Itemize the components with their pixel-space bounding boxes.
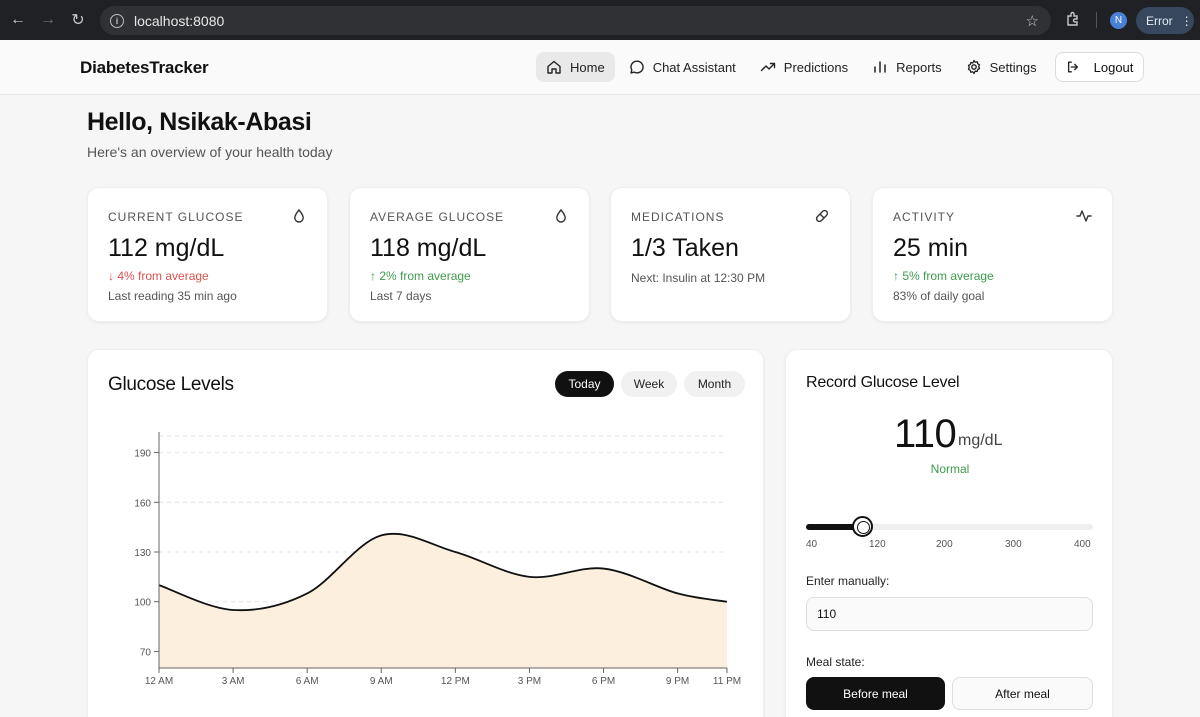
brand-logo[interactable]: DiabetesTracker [80,58,209,78]
error-label: Error [1146,13,1173,28]
extensions-icon[interactable] [1065,11,1081,32]
stat-label: CURRENT GLUCOSE [108,210,244,224]
glucose-chart: 70 100 130 160 190 12 AM 3 AM 6 AM 9 AM 12 PM 3 PM… [134,432,741,687]
bookmark-star-icon[interactable]: ☆ [1026,12,1039,30]
nav-settings[interactable]: Settings [956,52,1047,82]
stat-note: 83% of daily goal [893,289,985,303]
home-icon [547,60,561,74]
nav-predictions[interactable]: Predictions [750,52,858,82]
after-meal-button[interactable]: After meal [952,677,1093,710]
nav-chat-assistant[interactable]: Chat Assistant [619,52,746,82]
gear-icon [967,59,980,75]
before-meal-button[interactable]: Before meal [806,677,945,710]
nav-chat-label: Chat Assistant [652,59,736,75]
glucose-reading-unit: mg/dL [958,432,1003,449]
error-button[interactable]: Error ⋮ [1136,7,1194,34]
glucose-reading-value: 110 [894,412,957,456]
slider-tick: 40 [806,539,818,550]
stat-note: Next: Insulin at 12:30 PM [631,271,766,285]
glucose-area [159,533,727,668]
stat-value: 112 mg/dL [108,234,225,262]
y-tick-label: 70 [140,647,152,658]
browser-toolbar: ← → ↻ i localhost:8080 ☆ N Error ⋮ [0,0,1200,40]
slider-tick: 200 [936,539,953,550]
address-bar[interactable]: i localhost:8080 ☆ [100,6,1051,35]
record-title: Record Glucose Level [806,374,960,391]
logout-icon [1067,61,1078,73]
slider-tick: 400 [1074,539,1091,550]
stat-delta: ↑ 2% from average [370,269,471,283]
stat-card-activity: ACTIVITY 25 min ↑ 5% from average 83% of… [872,187,1113,322]
stat-note: Last reading 35 min ago [108,289,237,303]
slider-tick: 120 [869,539,886,550]
nav-reports-label: Reports [896,59,942,75]
stat-card-medications: MEDICATIONS 1/3 Taken Next: Insulin at 1… [610,187,851,322]
stat-value: 1/3 Taken [631,234,739,262]
manual-entry-label: Enter manually: [806,574,890,588]
record-glucose-card: Record Glucose Level 110 mg/dL Normal 40… [785,349,1113,717]
nav-reports[interactable]: Reports [862,52,952,82]
slider-thumb[interactable] [851,516,873,537]
stat-label: MEDICATIONS [631,210,725,224]
manual-glucose-input[interactable] [806,597,1093,631]
kebab-menu-icon: ⋮ [1180,13,1193,28]
meal-state-label: Meal state: [806,655,865,669]
x-tick-label: 3 AM [222,676,245,687]
url-text: localhost:8080 [134,12,225,29]
nav-home-label: Home [570,59,605,75]
profile-avatar[interactable]: N [1110,12,1127,29]
forward-arrow-icon[interactable]: → [33,5,63,35]
nav-predictions-label: Predictions [783,59,849,75]
droplet-icon [294,208,304,223]
back-arrow-icon[interactable]: ← [3,5,33,35]
y-tick-label: 100 [134,598,151,609]
glucose-slider[interactable] [806,516,1093,537]
x-tick-label: 6 AM [296,676,319,687]
stat-label: AVERAGE GLUCOSE [370,210,505,224]
glucose-chart-card: Glucose Levels Today Week Month 70 100 130… [87,349,764,717]
logout-button[interactable]: Logout [1054,52,1145,82]
y-tick-label: 160 [134,498,151,509]
stat-delta: ↓ 4% from average [108,269,209,283]
browser-nav: ← → ↻ [3,5,93,35]
droplet-icon [556,208,566,223]
nav-home[interactable]: Home [536,52,615,82]
y-tick-label: 190 [134,449,151,460]
x-tick-label: 6 PM [592,676,615,687]
nav-settings-label: Settings [989,59,1037,75]
x-tick-label: 12 PM [441,676,470,687]
page-subtitle: Here's an overview of your health today [87,144,333,160]
pill-icon [815,209,829,223]
x-tick-label: 9 PM [666,676,689,687]
stat-value: 118 mg/dL [370,234,487,262]
y-tick-label: 130 [134,548,151,559]
stat-label: ACTIVITY [893,210,956,224]
activity-icon [1076,210,1092,222]
page-title: Hello, Nsikak-Abasi [87,108,312,136]
app-header: DiabetesTracker Home Chat Assistant Pred… [0,40,1200,95]
stat-note: Last 7 days [370,289,432,303]
slider-tick: 300 [1005,539,1022,550]
status-badge: Normal [930,462,970,476]
x-tick-label: 3 PM [518,676,541,687]
x-tick-label: 9 AM [370,676,393,687]
site-info-icon[interactable]: i [110,13,124,28]
logout-label: Logout [1093,59,1134,75]
chat-icon [629,60,644,74]
stat-card-current-glucose: CURRENT GLUCOSE 112 mg/dL ↓ 4% from aver… [87,187,328,322]
x-tick-label: 12 AM [145,676,173,687]
toolbar-divider [1096,12,1097,28]
stat-delta: ↑ 5% from average [893,269,994,283]
trending-up-icon [760,62,775,72]
stat-card-average-glucose: AVERAGE GLUCOSE 118 mg/dL ↑ 2% from aver… [349,187,590,322]
reload-icon[interactable]: ↻ [63,5,93,35]
stat-value: 25 min [893,234,969,262]
main-nav: Home Chat Assistant Predictions Reports … [536,52,1145,82]
x-tick-label: 11 PM [713,676,741,687]
bar-chart-icon [874,61,886,73]
